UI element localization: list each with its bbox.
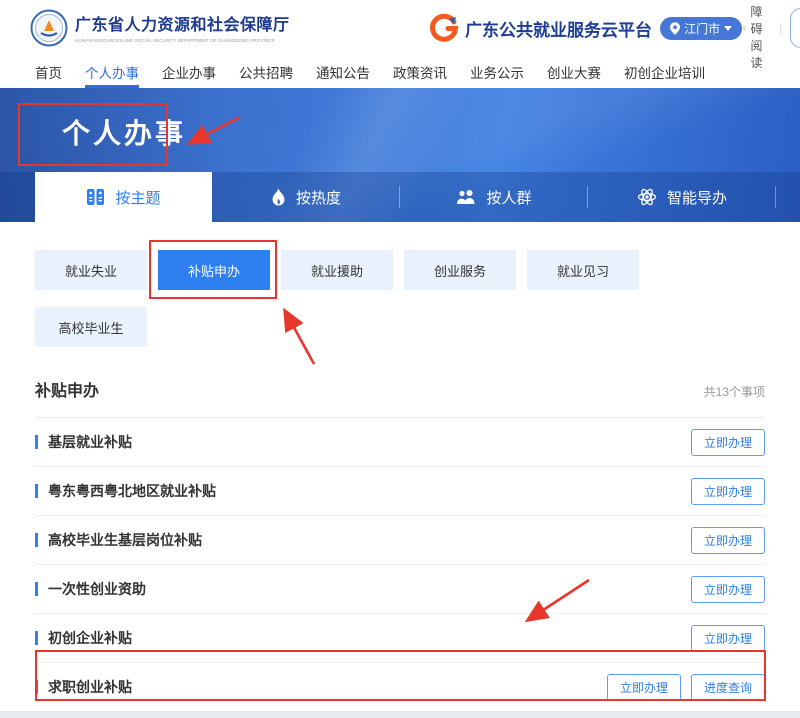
chevron-down-icon: [724, 26, 732, 31]
category-row-1: 就业失业 补贴申办 就业援助 创业服务 就业见习: [0, 250, 800, 290]
location-pin-icon: [670, 22, 680, 35]
handle-now-button[interactable]: 立即办理: [691, 625, 765, 652]
login-button[interactable]: 登录: [790, 8, 800, 48]
handle-now-button[interactable]: 立即办理: [607, 674, 681, 701]
category-row-2: 高校毕业生: [0, 307, 800, 347]
item-accent-bar: [35, 533, 38, 547]
nav-item-home[interactable]: 首页: [35, 56, 62, 88]
platform-g-logo-icon: [429, 13, 459, 43]
content: 就业失业 补贴申办 就业援助 创业服务 就业见习 高校毕业生 补贴申办 共13个…: [0, 222, 800, 712]
tab-label: 按主题: [115, 187, 160, 208]
platform-title: 广东公共就业服务云平台: [465, 16, 652, 41]
department-subtitle: HUMAN RESOURCES AND SOCIAL SECURITY DEPA…: [75, 38, 275, 43]
city-label: 江门市: [684, 20, 720, 37]
subsidy-section: 补贴申办 共13个事项 基层就业补贴 立即办理 粤东粤西粤北地区就业补贴: [35, 377, 765, 712]
item-accent-bar: [35, 582, 38, 596]
progress-inquiry-button[interactable]: 进度查询: [691, 674, 765, 701]
category-subsidy-application[interactable]: 补贴申办: [158, 250, 270, 290]
nav-item-public-recruitment[interactable]: 公共招聘: [239, 56, 293, 88]
nav-item-personal-affairs[interactable]: 个人办事: [85, 56, 139, 88]
list-item: 一次性创业资助 立即办理: [35, 565, 765, 614]
page: 广东省人力资源和社会保障厅 HUMAN RESOURCES AND SOCIAL…: [0, 0, 800, 718]
item-title: 基层就业补贴: [48, 432, 132, 452]
category-internship[interactable]: 就业见习: [527, 250, 639, 290]
banner: 个人办事 按主题 按热度: [0, 88, 800, 222]
footer-band: [0, 711, 800, 718]
category-employment-assistance[interactable]: 就业援助: [281, 250, 393, 290]
main-nav: 首页 个人办事 企业办事 公共招聘 通知公告 政策资讯 业务公示 创业大赛 初创…: [0, 56, 800, 88]
tab-label: 按人群: [486, 187, 531, 208]
tab-by-popularity[interactable]: 按热度: [212, 172, 400, 222]
header-divider: |: [779, 21, 782, 35]
nav-item-policy-news[interactable]: 政策资讯: [393, 56, 447, 88]
item-title: 初创企业补贴: [48, 628, 132, 648]
item-title: 一次性创业资助: [48, 579, 146, 599]
flame-icon: [271, 188, 286, 207]
lamp-icon: [742, 21, 746, 35]
department-emblem-icon: [30, 9, 68, 47]
tab-by-crowd[interactable]: 按人群: [400, 172, 588, 222]
handle-now-button[interactable]: 立即办理: [691, 429, 765, 456]
category-startup-services[interactable]: 创业服务: [404, 250, 516, 290]
banner-tabbar: 按主题 按热度 按人群: [0, 172, 800, 222]
accessibility-reading-link[interactable]: 无障碍阅读: [742, 0, 771, 71]
item-accent-bar: [35, 631, 38, 645]
tab-label: 智能导办: [667, 187, 727, 208]
category-employment-unemployment[interactable]: 就业失业: [35, 250, 147, 290]
section-count: 共13个事项: [704, 383, 765, 400]
tab-smart-guide[interactable]: 智能导办: [588, 172, 776, 222]
tab-by-theme[interactable]: 按主题: [35, 172, 212, 222]
item-accent-bar: [35, 680, 38, 694]
item-title: 粤东粤西粤北地区就业补贴: [48, 481, 216, 501]
nav-item-business-publicity[interactable]: 业务公示: [470, 56, 524, 88]
nav-item-enterprise-affairs[interactable]: 企业办事: [162, 56, 216, 88]
handle-now-button[interactable]: 立即办理: [691, 576, 765, 603]
category-college-graduates[interactable]: 高校毕业生: [35, 307, 147, 347]
list-item: 高校毕业生基层岗位补贴 立即办理: [35, 516, 765, 565]
nav-item-startup-training[interactable]: 初创企业培训: [624, 56, 705, 88]
top-header: 广东省人力资源和社会保障厅 HUMAN RESOURCES AND SOCIAL…: [0, 0, 800, 56]
accessibility-label: 无障碍阅读: [751, 0, 772, 71]
item-accent-bar: [35, 484, 38, 498]
list-item: 粤东粤西粤北地区就业补贴 立即办理: [35, 467, 765, 516]
page-title: 个人办事: [62, 112, 186, 152]
atom-icon: [637, 187, 657, 207]
platform-logo-group: 广东公共就业服务云平台: [429, 13, 652, 43]
section-title: 补贴申办: [35, 377, 99, 401]
city-selector[interactable]: 江门市: [660, 17, 742, 40]
category-grid-icon: [86, 188, 105, 206]
nav-item-notices[interactable]: 通知公告: [316, 56, 370, 88]
nav-item-startup-contest[interactable]: 创业大赛: [547, 56, 601, 88]
tab-label: 按热度: [296, 187, 341, 208]
list-item: 基层就业补贴 立即办理: [35, 418, 765, 467]
handle-now-button[interactable]: 立即办理: [691, 527, 765, 554]
list-item: 初创企业补贴 立即办理: [35, 614, 765, 663]
department-title: 广东省人力资源和社会保障厅: [75, 11, 419, 35]
department-logo-group: 广东省人力资源和社会保障厅 HUMAN RESOURCES AND SOCIAL…: [30, 9, 419, 47]
item-title: 高校毕业生基层岗位补贴: [48, 530, 202, 550]
people-icon: [456, 189, 476, 205]
handle-now-button[interactable]: 立即办理: [691, 478, 765, 505]
item-accent-bar: [35, 435, 38, 449]
list-item-highlighted: 求职创业补贴 立即办理 进度查询: [35, 663, 765, 712]
item-title: 求职创业补贴: [48, 677, 132, 697]
